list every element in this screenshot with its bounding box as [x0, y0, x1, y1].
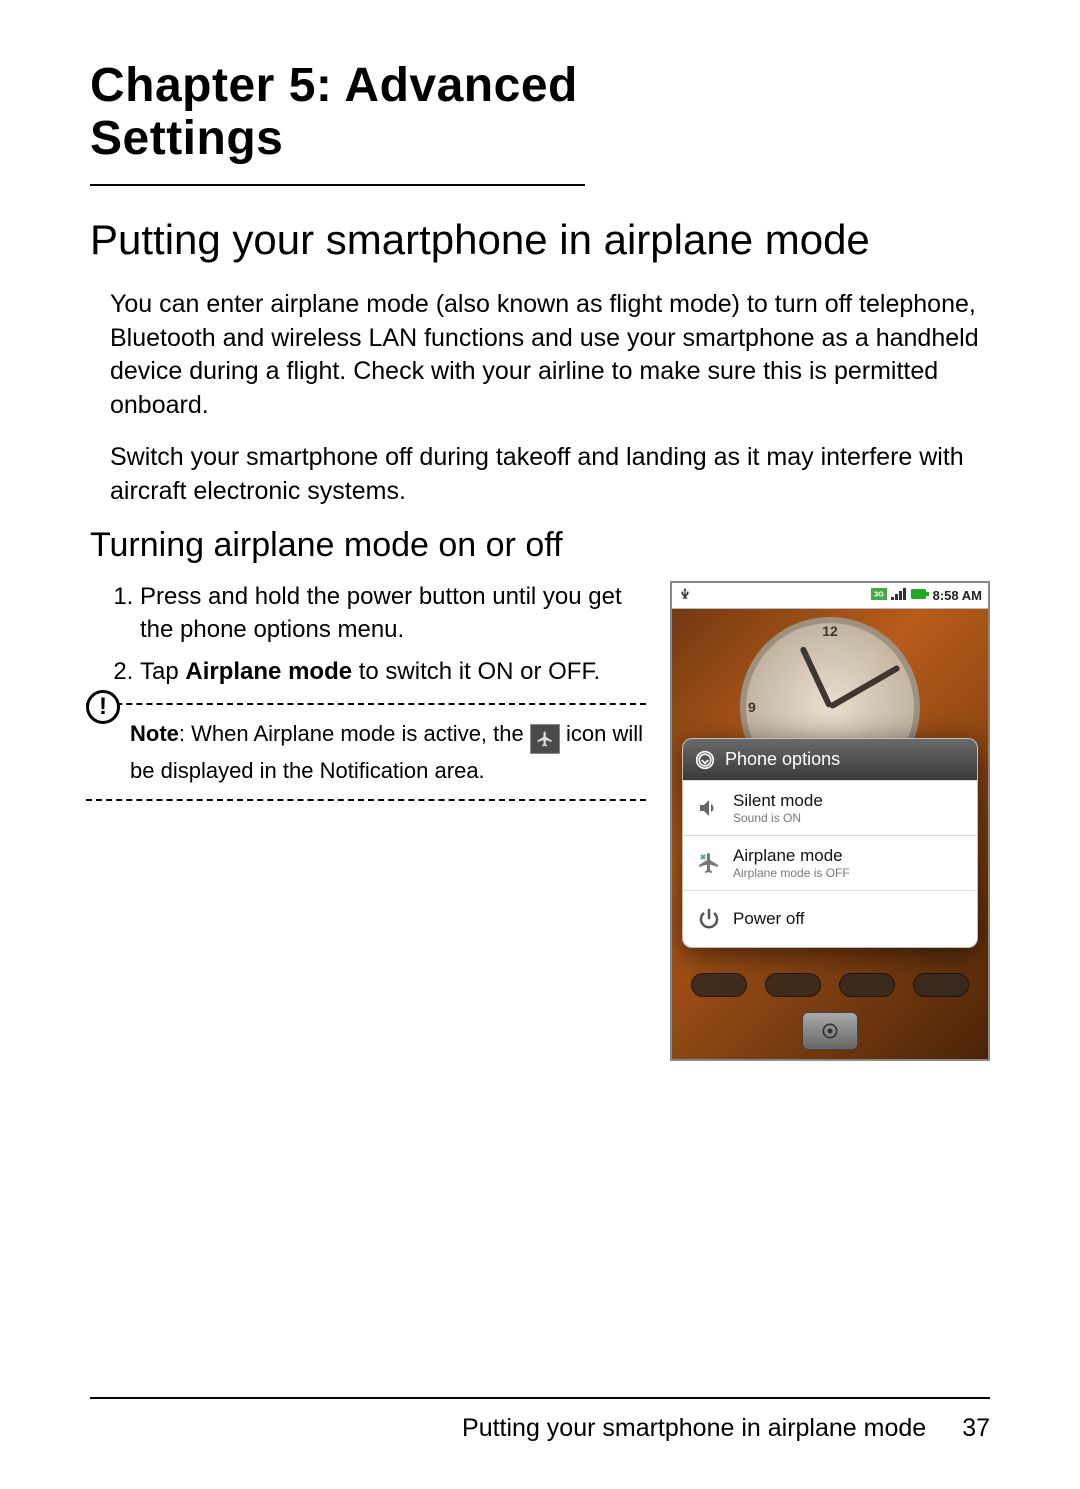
usb-icon: [678, 587, 692, 604]
airplane-mode-title: Airplane mode: [733, 846, 850, 866]
phone-mockup: 3G 8:58 AM 12 9: [670, 581, 990, 1061]
step-2-pre: Tap: [140, 658, 185, 685]
power-circle-icon: [695, 750, 715, 770]
step-2-bold: Airplane mode: [185, 658, 352, 685]
statusbar-time: 8:58 AM: [933, 588, 982, 603]
page-footer: Putting your smartphone in airplane mode…: [90, 1414, 990, 1443]
chapter-rule: [90, 184, 585, 186]
alert-icon: !: [86, 690, 120, 724]
clock-hour-hand: [799, 646, 832, 708]
battery-icon: [911, 588, 929, 603]
clock-12: 12: [822, 623, 838, 639]
footer-section-name: Putting your smartphone in airplane mode: [462, 1414, 926, 1443]
dock-pill: [839, 973, 895, 997]
footer-page-number: 37: [962, 1414, 990, 1443]
content-columns: Press and hold the power button until yo…: [90, 581, 990, 1061]
footer-rule: [90, 1397, 990, 1399]
airplane-mode-option[interactable]: Airplane mode Airplane mode is OFF: [683, 835, 977, 890]
signal-icon: [891, 588, 907, 603]
airplane-mode-sub: Airplane mode is OFF: [733, 866, 850, 880]
intro-paragraph-1: You can enter airplane mode (also known …: [90, 288, 990, 423]
manual-page: Chapter 5: Advanced Settings Putting you…: [0, 0, 1080, 1489]
silent-mode-title: Silent mode: [733, 791, 823, 811]
dock-pill: [765, 973, 821, 997]
note-text-pre: : When Airplane mode is active, the: [179, 721, 530, 746]
clock-minute-hand: [829, 665, 901, 710]
power-off-title: Power off: [733, 909, 805, 929]
step-2-post: to switch it ON or OFF.: [352, 658, 600, 685]
clock-9: 9: [748, 699, 756, 715]
home-dock: [672, 1003, 988, 1059]
intro-paragraph-2: Switch your smartphone off during takeof…: [90, 441, 990, 509]
section-title: Putting your smartphone in airplane mode: [90, 216, 990, 264]
note-block: ! Note: When Airplane mode is active, th…: [86, 703, 646, 801]
app-drawer-button[interactable]: [802, 1012, 858, 1050]
dock-labels-row: [672, 973, 988, 997]
phone-options-dialog: Phone options Silent mode Sound is ON: [682, 738, 978, 948]
steps-list: Press and hold the power button until yo…: [110, 581, 646, 688]
airplane-icon: [697, 851, 721, 875]
silent-mode-sub: Sound is ON: [733, 811, 823, 825]
instructions-column: Press and hold the power button until yo…: [90, 581, 646, 1061]
dialog-title: Phone options: [725, 749, 840, 770]
subsection-title: Turning airplane mode on or off: [90, 526, 990, 565]
step-2: Tap Airplane mode to switch it ON or OFF…: [140, 656, 646, 688]
svg-text:3G: 3G: [874, 590, 884, 599]
airplane-status-icon: [530, 724, 560, 754]
power-icon: [697, 907, 721, 931]
step-1: Press and hold the power button until yo…: [140, 581, 646, 646]
dock-pill: [913, 973, 969, 997]
silent-mode-option[interactable]: Silent mode Sound is ON: [683, 780, 977, 835]
dock-pill: [691, 973, 747, 997]
screenshot-column: 3G 8:58 AM 12 9: [670, 581, 990, 1061]
dialog-header: Phone options: [683, 739, 977, 780]
drawer-icon: [820, 1021, 840, 1041]
android-statusbar: 3G 8:58 AM: [672, 583, 988, 609]
network-3g-icon: 3G: [871, 588, 887, 603]
note-label: Note: [130, 721, 179, 746]
chapter-title: Chapter 5: Advanced Settings: [90, 60, 630, 166]
power-off-option[interactable]: Power off: [683, 890, 977, 947]
sound-icon: [697, 796, 721, 820]
